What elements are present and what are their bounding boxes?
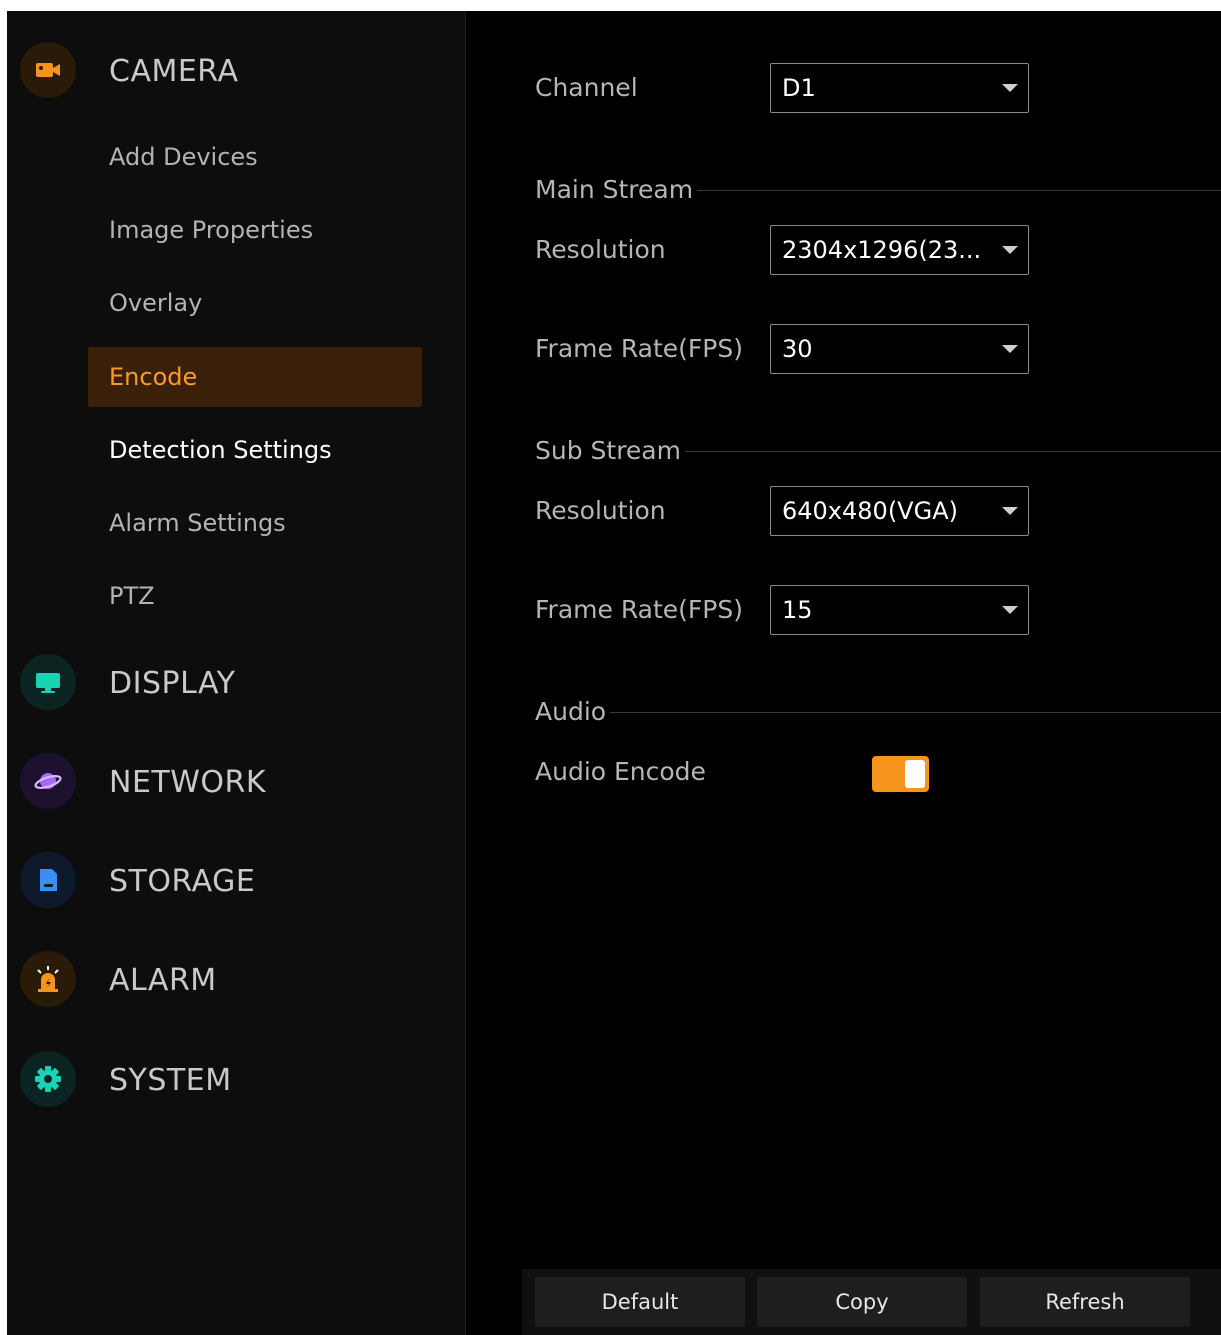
sidebar-item-ptz[interactable]: PTZ xyxy=(88,566,422,626)
main-frame-rate-value: 30 xyxy=(782,335,813,363)
audio-section-header: Audio xyxy=(535,697,1221,727)
sidebar-category-label: STORAGE xyxy=(109,864,256,899)
toggle-knob xyxy=(905,760,925,788)
channel-value: D1 xyxy=(782,74,816,102)
sidebar-category-label: DISPLAY xyxy=(109,666,236,701)
sub-frame-rate-select[interactable]: 15 xyxy=(770,585,1029,635)
audio-encode-label: Audio Encode xyxy=(535,757,706,786)
sidebar-category-label: CAMERA xyxy=(109,54,239,89)
caret-down-icon xyxy=(1002,84,1018,92)
audio-encode-toggle[interactable] xyxy=(872,756,929,792)
sidebar-category-label: SYSTEM xyxy=(109,1063,232,1098)
sidebar-item-alarm-settings[interactable]: Alarm Settings xyxy=(88,493,422,553)
sidebar-item-label: Detection Settings xyxy=(109,436,332,464)
refresh-button[interactable]: Refresh xyxy=(980,1277,1190,1327)
sidebar-item-overlay[interactable]: Overlay xyxy=(88,273,422,333)
camera-icon xyxy=(20,42,76,98)
sub-frame-rate-value: 15 xyxy=(782,596,813,624)
sidebar-item-label: Encode xyxy=(109,363,198,391)
sub-resolution-value: 640x480(VGA) xyxy=(782,497,958,525)
main-resolution-value: 2304x1296(23... xyxy=(782,236,982,264)
section-title: Main Stream xyxy=(535,175,698,204)
sidebar-category-label: NETWORK xyxy=(109,765,267,800)
sidebar-category-network[interactable]: NETWORK xyxy=(7,751,465,811)
footer-bar: Default Copy Refresh xyxy=(522,1269,1221,1335)
default-button[interactable]: Default xyxy=(535,1277,745,1327)
sidebar-item-label: Alarm Settings xyxy=(109,509,286,537)
gear-icon xyxy=(20,1051,76,1107)
caret-down-icon xyxy=(1002,606,1018,614)
channel-select[interactable]: D1 xyxy=(770,63,1029,113)
sidebar-category-system[interactable]: SYSTEM xyxy=(7,1049,465,1109)
sidebar-item-image-properties[interactable]: Image Properties xyxy=(88,200,422,260)
storage-icon xyxy=(20,852,76,908)
sub-stream-section-header: Sub Stream xyxy=(535,436,1221,466)
sidebar-category-alarm[interactable]: ALARM xyxy=(7,949,465,1009)
alarm-light-icon xyxy=(20,951,76,1007)
channel-label: Channel xyxy=(535,73,638,102)
monitor-icon xyxy=(20,654,76,710)
sub-resolution-select[interactable]: 640x480(VGA) xyxy=(770,486,1029,536)
main-stream-section-header: Main Stream xyxy=(535,175,1221,205)
sidebar-item-encode[interactable]: Encode xyxy=(88,347,422,407)
sub-resolution-label: Resolution xyxy=(535,496,666,525)
section-title: Sub Stream xyxy=(535,436,685,465)
sidebar-item-label: PTZ xyxy=(109,582,155,610)
sidebar-item-label: Image Properties xyxy=(109,216,314,244)
encode-panel: Channel D1 Main Stream Resolution 2304x1… xyxy=(466,11,1221,1335)
sidebar-item-label: Add Devices xyxy=(109,143,258,171)
sidebar-item-label: Overlay xyxy=(109,289,203,317)
caret-down-icon xyxy=(1002,507,1018,515)
main-frame-rate-select[interactable]: 30 xyxy=(770,324,1029,374)
caret-down-icon xyxy=(1002,246,1018,254)
sidebar-item-add-devices[interactable]: Add Devices xyxy=(88,127,422,187)
copy-button[interactable]: Copy xyxy=(757,1277,967,1327)
sidebar-category-label: ALARM xyxy=(109,963,217,998)
caret-down-icon xyxy=(1002,345,1018,353)
section-title: Audio xyxy=(535,697,611,726)
main-frame-rate-label: Frame Rate(FPS) xyxy=(535,334,743,363)
sidebar: CAMERA Add Devices Image Properties Over… xyxy=(7,11,466,1335)
sub-frame-rate-label: Frame Rate(FPS) xyxy=(535,595,743,624)
planet-icon xyxy=(20,753,76,809)
sidebar-item-detection-settings[interactable]: Detection Settings xyxy=(88,420,422,480)
app-window: CAMERA Add Devices Image Properties Over… xyxy=(7,11,1221,1335)
main-resolution-select[interactable]: 2304x1296(23... xyxy=(770,225,1029,275)
sidebar-category-storage[interactable]: STORAGE xyxy=(7,850,465,910)
main-resolution-label: Resolution xyxy=(535,235,666,264)
sidebar-category-camera[interactable]: CAMERA xyxy=(7,40,465,100)
sidebar-category-display[interactable]: DISPLAY xyxy=(7,652,465,712)
